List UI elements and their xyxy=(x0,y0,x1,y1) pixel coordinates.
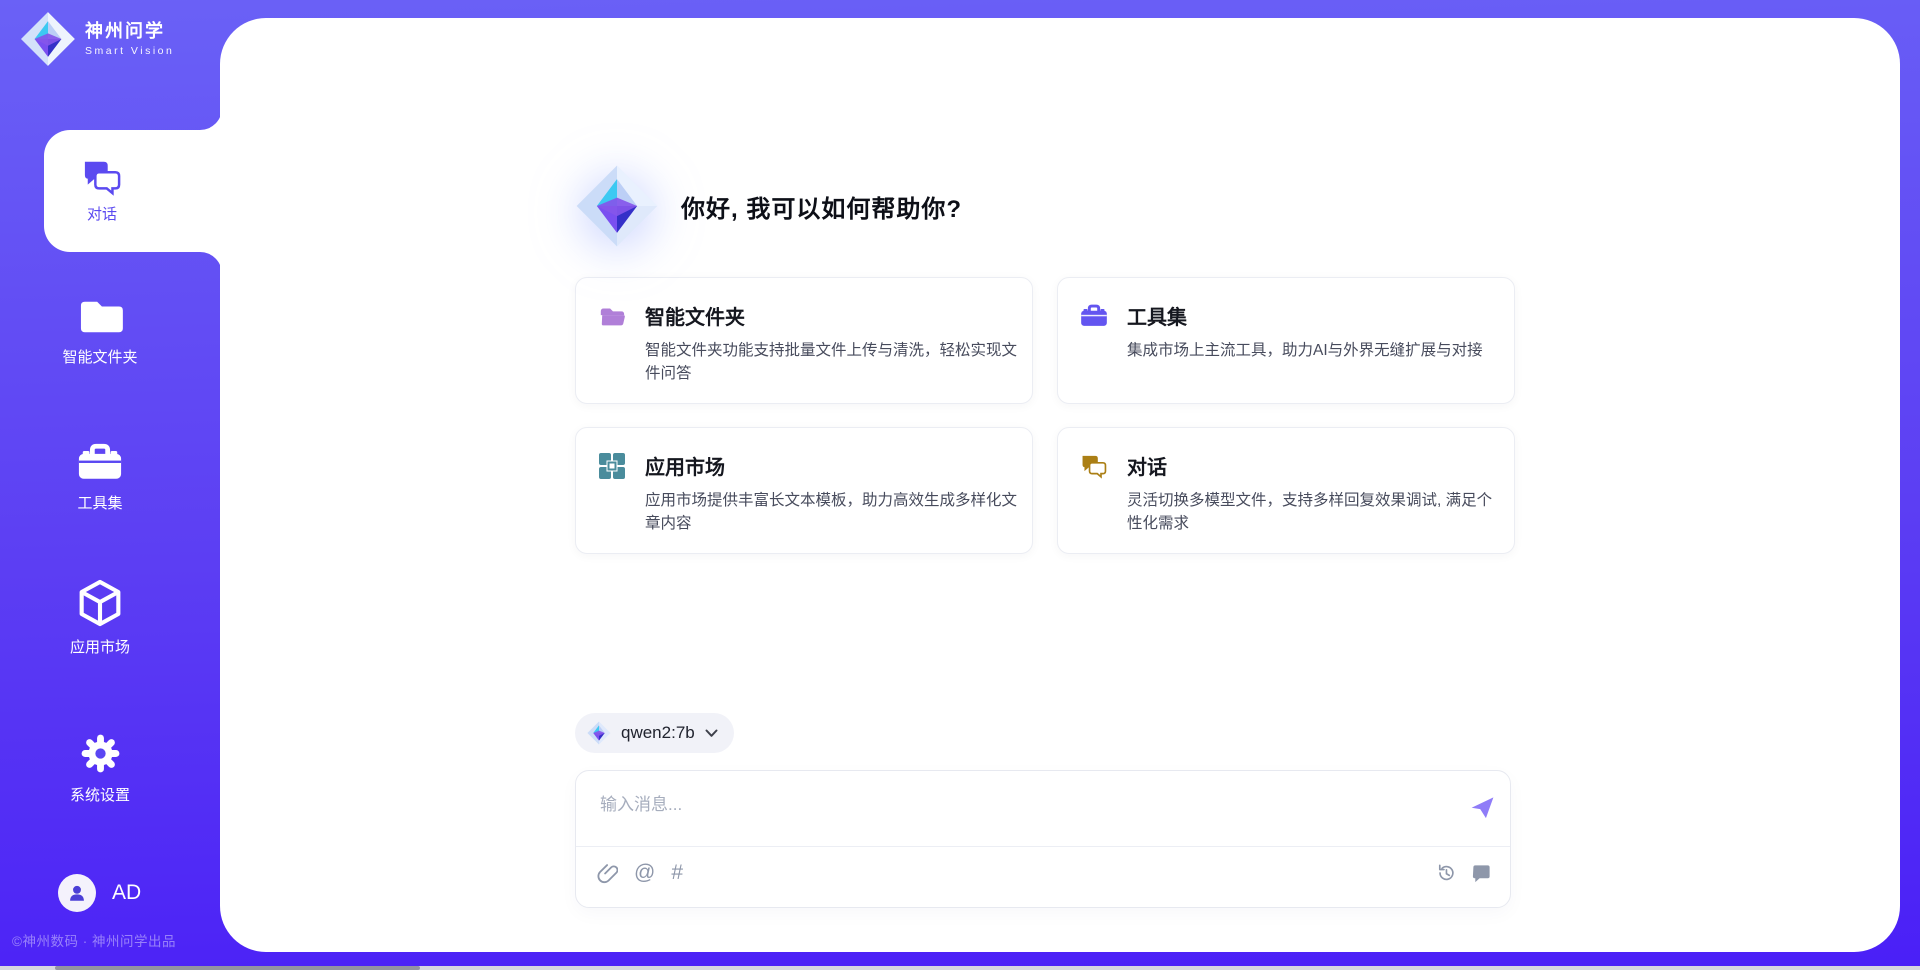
model-label: qwen2:7b xyxy=(621,723,695,743)
sidebar-item-settings[interactable]: 系统设置 xyxy=(0,731,200,805)
card-desc: 灵活切换多模型文件，支持多样回复效果调试, 满足个性化需求 xyxy=(1127,489,1499,536)
card-title: 对话 xyxy=(1127,451,1499,480)
sidebar-item-smart-folder[interactable]: 智能文件夹 xyxy=(0,293,200,367)
mention-icon[interactable]: @ xyxy=(634,862,655,883)
tab-fillet-top xyxy=(200,108,222,130)
brand-subtitle: Smart Vision xyxy=(85,45,174,57)
greeting-title: 你好, 我可以如何帮助你? xyxy=(681,189,962,224)
sidebar-item-label: 应用市场 xyxy=(70,636,130,657)
message-input[interactable] xyxy=(598,788,1442,840)
history-icon[interactable] xyxy=(1435,862,1457,884)
send-icon[interactable] xyxy=(1469,794,1496,821)
avatar xyxy=(58,874,96,912)
brand-name: 神州问学 xyxy=(85,21,174,43)
model-selector[interactable]: qwen2:7b xyxy=(575,713,734,753)
card-desc: 智能文件夹功能支持批量文件上传与清洗，轻松实现文件问答 xyxy=(645,339,1017,386)
tab-fillet-bottom xyxy=(200,252,222,274)
sidebar-item-app-market[interactable]: 应用市场 xyxy=(0,583,200,657)
card-text: 智能文件夹 智能文件夹功能支持批量文件上传与清洗，轻松实现文件问答 xyxy=(645,301,1017,380)
card-text: 应用市场 应用市场提供丰富长文本模板，助力高效生成多样化文章内容 xyxy=(645,451,1017,530)
card-chat[interactable]: 对话 灵活切换多模型文件，支持多样回复效果调试, 满足个性化需求 xyxy=(1057,427,1515,554)
card-desc: 集成市场上主流工具，助力AI与外界无缝扩展与对接 xyxy=(1127,339,1499,362)
sidebar-item-label: 工具集 xyxy=(77,492,122,513)
attachment-icon[interactable] xyxy=(597,861,618,884)
card-app-market[interactable]: 应用市场 应用市场提供丰富长文本模板，助力高效生成多样化文章内容 xyxy=(575,427,1033,554)
card-toolset[interactable]: 工具集 集成市场上主流工具，助力AI与外界无缝扩展与对接 xyxy=(1057,277,1515,404)
card-text: 工具集 集成市场上主流工具，助力AI与外界无缝扩展与对接 xyxy=(1127,301,1499,380)
main-panel: 你好, 我可以如何帮助你? 智能文件夹 智能文件夹功能支持批量文件上传与清洗，轻… xyxy=(220,18,1900,952)
nav-icon-wrap xyxy=(77,439,123,483)
model-diamond-icon xyxy=(587,721,611,745)
chat-bubble-icon[interactable] xyxy=(1471,863,1492,884)
sidebar-item-label: 对话 xyxy=(87,203,117,224)
gear-icon xyxy=(79,732,122,775)
chat-input-container: @ # xyxy=(575,770,1511,908)
sidebar-item-label: 智能文件夹 xyxy=(62,346,137,367)
person-icon xyxy=(66,882,88,904)
toolbar-left: @ # xyxy=(597,861,683,884)
horizontal-scrollbar[interactable] xyxy=(0,966,1920,970)
hash-icon[interactable]: # xyxy=(671,862,683,883)
folder-open-icon xyxy=(598,302,626,330)
sidebar-item-toolset[interactable]: 工具集 xyxy=(0,439,200,513)
brand-text: 神州问学 Smart Vision xyxy=(85,21,174,57)
brand-diamond-logo-icon xyxy=(20,11,76,67)
card-smart-folder[interactable]: 智能文件夹 智能文件夹功能支持批量文件上传与清洗，轻松实现文件问答 xyxy=(575,277,1033,404)
toolbox-icon xyxy=(1080,302,1108,330)
card-title: 工具集 xyxy=(1127,301,1499,330)
sidebar-footer-text: ©神州数码 · 神州问学出品 xyxy=(12,930,176,950)
chat-bubbles-icon xyxy=(1080,452,1108,480)
sidebar-item-chat[interactable]: 对话 xyxy=(44,130,222,252)
toolbar-right xyxy=(1435,862,1492,884)
card-desc: 应用市场提供丰富长文本模板，助力高效生成多样化文章内容 xyxy=(645,489,1017,536)
folder-icon xyxy=(77,297,123,337)
sidebar: 神州问学 Smart Vision 对话 智能文件夹 xyxy=(0,0,220,970)
sidebar-item-label: 系统设置 xyxy=(70,784,130,805)
toolbox-icon xyxy=(77,442,123,483)
user-profile[interactable]: AD xyxy=(58,874,141,912)
nav-icon-wrap xyxy=(78,583,122,627)
nav-icon-wrap xyxy=(79,731,122,775)
card-title: 应用市场 xyxy=(645,451,1017,480)
chat-toolbar-divider xyxy=(576,846,1510,847)
cube-icon xyxy=(78,579,122,627)
chevron-down-icon xyxy=(705,729,718,738)
content-column: 你好, 我可以如何帮助你? 智能文件夹 智能文件夹功能支持批量文件上传与清洗，轻… xyxy=(575,18,1515,908)
feature-cards: 智能文件夹 智能文件夹功能支持批量文件上传与清洗，轻松实现文件问答 工具集 集成… xyxy=(575,277,1515,554)
hero-greeting: 你好, 我可以如何帮助你? xyxy=(575,163,1515,249)
user-initials: AD xyxy=(112,881,141,905)
chat-bubbles-icon xyxy=(81,158,123,196)
card-title: 智能文件夹 xyxy=(645,301,1017,330)
nav-icon-wrap xyxy=(77,293,123,337)
scrollbar-thumb[interactable] xyxy=(55,966,420,970)
app-grid-icon xyxy=(598,452,626,480)
brand-diamond-logo-icon xyxy=(575,164,659,248)
card-text: 对话 灵活切换多模型文件，支持多样回复效果调试, 满足个性化需求 xyxy=(1127,451,1499,530)
brand-logo-row: 神州问学 Smart Vision xyxy=(20,11,174,67)
